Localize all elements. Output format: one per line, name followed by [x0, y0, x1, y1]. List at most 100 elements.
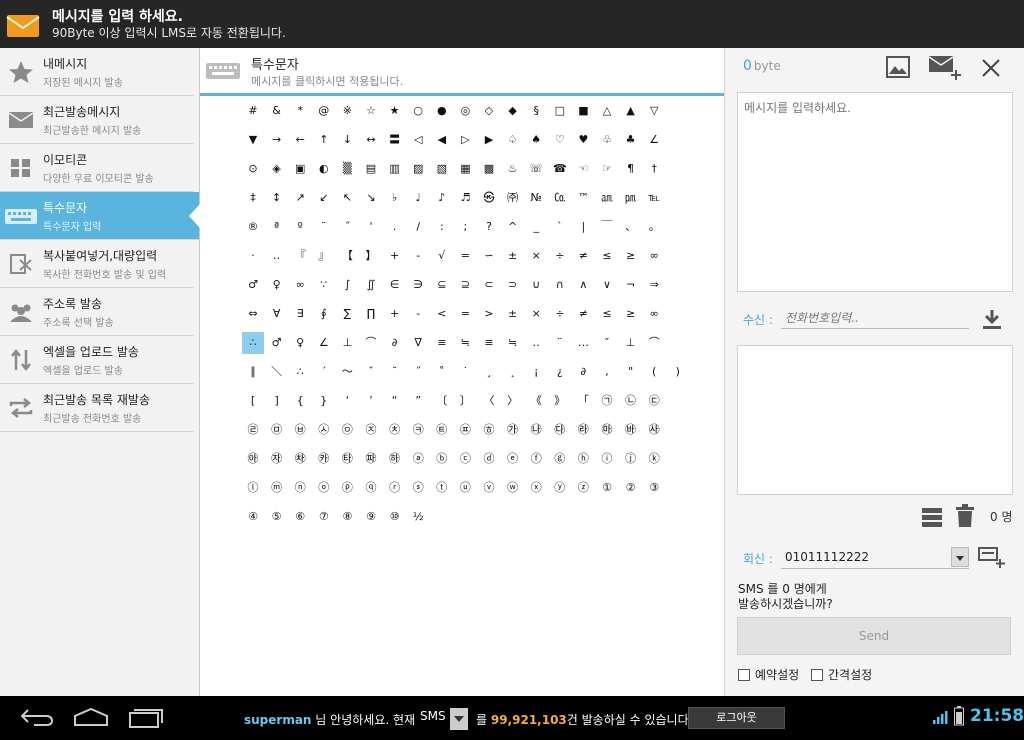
symbol-cell[interactable]: ˛ [502, 361, 524, 383]
symbol-cell[interactable]: ∴ [289, 361, 311, 383]
symbol-cell[interactable]: … [572, 332, 594, 354]
symbol-cell[interactable]: ⓧ [525, 477, 547, 499]
symbol-cell[interactable]: , [596, 361, 618, 383]
symbol-cell[interactable]: . [384, 216, 406, 238]
trash-icon[interactable] [955, 504, 975, 528]
symbol-cell[interactable]: ; [454, 216, 476, 238]
interval-checkbox[interactable]: 간격설정 [811, 666, 872, 683]
symbol-cell[interactable]: ∇ [407, 332, 429, 354]
chevron-down-icon[interactable] [450, 708, 468, 730]
symbol-cell[interactable]: ㉹ [336, 448, 358, 470]
symbol-cell[interactable]: ` [549, 216, 571, 238]
symbol-cell[interactable]: ^ [502, 216, 524, 238]
symbol-cell[interactable]: ♀ [266, 274, 288, 296]
symbol-cell[interactable]: ㉤ [266, 419, 288, 441]
symbol-cell[interactable]: ∩ [549, 274, 571, 296]
symbol-cell[interactable]: | [572, 216, 594, 238]
symbol-cell[interactable]: ♩ [407, 187, 429, 209]
symbol-cell[interactable]: ㉫ [431, 419, 453, 441]
symbol-cell[interactable]: ㉣ [242, 419, 264, 441]
symbol-cell[interactable]: ½ [407, 506, 429, 528]
symbol-cell[interactable]: ’ [360, 390, 382, 412]
symbol-cell[interactable]: ⓗ [572, 448, 594, 470]
symbol-cell[interactable]: ※ [336, 100, 358, 122]
symbol-cell[interactable]: ← [289, 129, 311, 151]
symbol-cell[interactable]: ⓦ [502, 477, 524, 499]
symbol-cell[interactable]: 「 [572, 390, 594, 412]
symbol-cell[interactable]: 【 [336, 245, 358, 267]
symbol-cell[interactable]: " [620, 361, 642, 383]
symbol-cell[interactable]: ∈ [384, 274, 406, 296]
symbol-cell[interactable]: ' [360, 216, 382, 238]
symbol-cell[interactable]: ¨ [549, 332, 571, 354]
symbol-cell[interactable]: ⓢ [407, 477, 429, 499]
symbol-cell[interactable]: ˇ [360, 361, 382, 383]
symbol-cell[interactable]: ☆ [360, 100, 382, 122]
symbol-cell[interactable]: ㉨ [360, 419, 382, 441]
symbol-cell[interactable]: ∀ [266, 303, 288, 325]
symbol-cell[interactable]: ˙ [454, 361, 476, 383]
symbol-cell[interactable]: ◀ [431, 129, 453, 151]
symbol-cell[interactable]: × [525, 245, 547, 267]
symbol-cell[interactable]: ↕ [266, 187, 288, 209]
symbol-cell[interactable]: ◐ [313, 158, 335, 180]
symbol-cell[interactable]: ⊥ [620, 332, 642, 354]
close-icon[interactable] [981, 58, 1001, 78]
symbol-cell[interactable]: ⑧ [336, 506, 358, 528]
symbol-cell[interactable]: ⓒ [454, 448, 476, 470]
symbol-cell[interactable]: ㈜ [502, 187, 524, 209]
symbol-cell[interactable]: + [384, 303, 406, 325]
symbol-cell[interactable]: ▶ [478, 129, 500, 151]
symbol-cell[interactable]: ⓤ [454, 477, 476, 499]
symbol-cell[interactable]: ⑦ [313, 506, 335, 528]
symbol-cell[interactable]: ♧ [596, 129, 618, 151]
symbol-cell[interactable]: ⓓ [478, 448, 500, 470]
symbol-cell[interactable]: = [454, 245, 476, 267]
symbol-cell[interactable]: 』 [313, 245, 335, 267]
reply-number-select[interactable]: 01011112222 [781, 545, 969, 569]
symbol-cell[interactable]: ≡ [478, 332, 500, 354]
symbol-cell[interactable]: ≤ [596, 303, 618, 325]
symbol-cell[interactable]: ♭ [384, 187, 406, 209]
symbol-cell[interactable]: ˚ [431, 361, 453, 383]
symbol-cell[interactable]: - [407, 303, 429, 325]
symbol-cell[interactable]: ⓜ [266, 477, 288, 499]
reply-add-icon[interactable] [978, 545, 1006, 569]
symbol-cell[interactable]: ⊃ [502, 274, 524, 296]
symbol-cell[interactable]: ♥ [572, 129, 594, 151]
symbol-cell[interactable]: ‥ [266, 245, 288, 267]
symbol-cell[interactable]: √ [431, 245, 453, 267]
symbol-cell[interactable]: ◁ [407, 129, 429, 151]
symbol-cell[interactable]: ≒ [502, 332, 524, 354]
symbol-cell[interactable]: ] [266, 390, 288, 412]
symbol-cell[interactable]: ⌒ [360, 332, 382, 354]
symbol-cell[interactable]: ♬ [454, 187, 476, 209]
symbol-cell[interactable]: ㏇ [549, 187, 571, 209]
symbol-cell[interactable]: ㉸ [313, 448, 335, 470]
symbol-cell[interactable]: × [525, 303, 547, 325]
symbol-cell[interactable]: ♣ [620, 129, 642, 151]
symbol-cell[interactable]: : [431, 216, 453, 238]
symbol-cell[interactable]: ↗ [289, 187, 311, 209]
symbol-cell[interactable]: □ [549, 100, 571, 122]
symbol-cell[interactable]: ↓ [336, 129, 358, 151]
symbol-cell[interactable]: ∥ [242, 361, 264, 383]
symbol-cell[interactable]: ③ [643, 477, 665, 499]
symbol-cell[interactable]: ⊂ [478, 274, 500, 296]
symbol-cell[interactable]: 〕 [454, 390, 476, 412]
symbol-cell[interactable]: ☎ [549, 158, 571, 180]
symbol-cell[interactable]: ? [478, 216, 500, 238]
symbol-cell[interactable]: ∠ [313, 332, 335, 354]
symbol-cell[interactable]: ㉡ [620, 390, 642, 412]
symbol-cell[interactable]: ¡ [525, 361, 547, 383]
symbol-cell[interactable]: ● [431, 100, 453, 122]
symbol-cell[interactable]: ♤ [502, 129, 524, 151]
symbol-cell[interactable]: ▩ [478, 158, 500, 180]
symbol-cell[interactable]: ↘ [360, 187, 382, 209]
checkbox-box[interactable] [738, 669, 750, 681]
symbol-cell[interactable]: ″ [596, 332, 618, 354]
symbol-cell[interactable]: 『 [289, 245, 311, 267]
symbol-cell[interactable]: ⊙ [242, 158, 264, 180]
symbol-cell[interactable]: } [313, 390, 335, 412]
symbol-cell[interactable]: ◎ [454, 100, 476, 122]
